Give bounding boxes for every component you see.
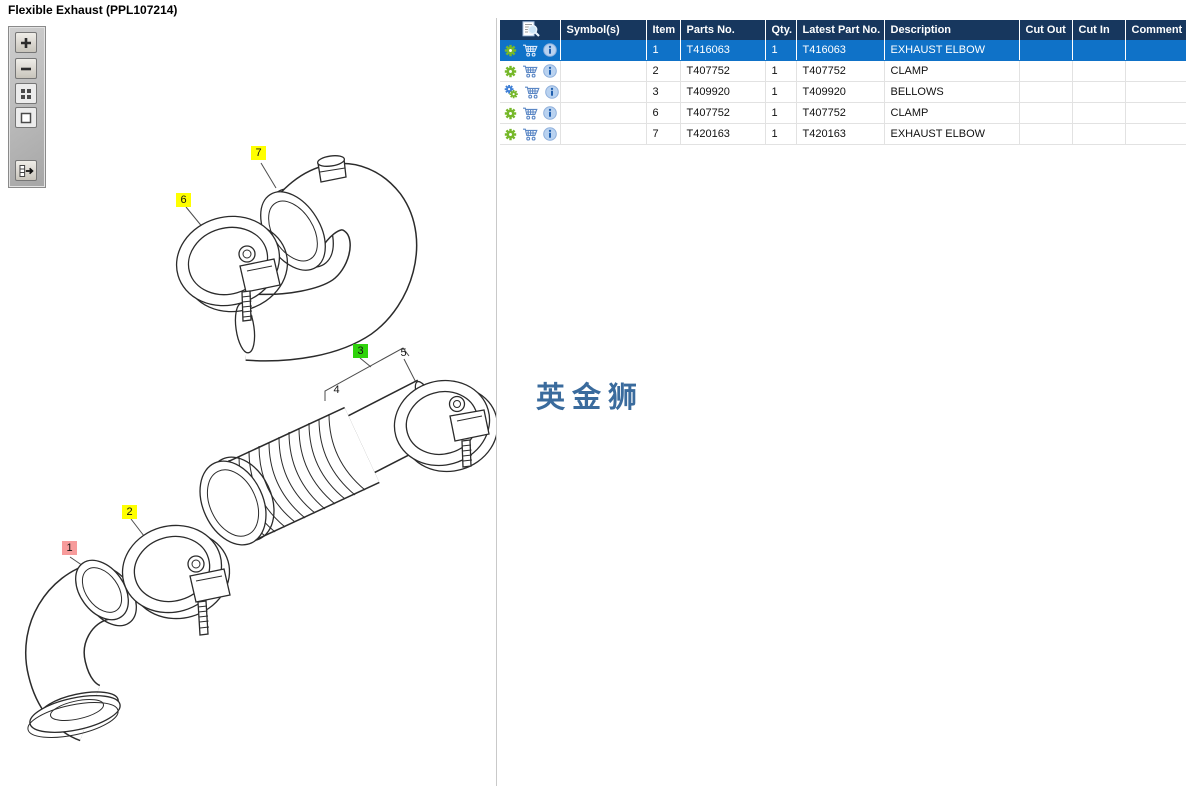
info-icon[interactable] bbox=[545, 85, 559, 99]
cell-qty: 1 bbox=[765, 60, 797, 82]
watermark: 英金狮 bbox=[536, 382, 645, 414]
info-icon[interactable] bbox=[543, 43, 557, 57]
info-icon[interactable] bbox=[543, 64, 557, 78]
gear-icon[interactable] bbox=[504, 43, 517, 57]
col-qty: Qty. bbox=[765, 20, 797, 40]
col-cut-out: Cut Out bbox=[1019, 20, 1073, 40]
callout-4[interactable]: 4 bbox=[329, 383, 344, 397]
cell-symbols bbox=[560, 123, 647, 145]
cell-latest-part-no: T409920 bbox=[796, 81, 885, 103]
table-row[interactable]: 7 T420163 1 T420163 EXHAUST ELBOW bbox=[500, 123, 1186, 145]
pane-divider bbox=[496, 18, 497, 786]
col-latest-part-no: Latest Part No. bbox=[796, 20, 885, 40]
callout-7[interactable]: 7 bbox=[251, 146, 266, 160]
document-magnifier-icon bbox=[522, 20, 540, 37]
cell-item: 7 bbox=[646, 123, 681, 145]
table-row[interactable]: 3 T409920 1 T409920 BELLOWS bbox=[500, 81, 1186, 103]
cell-description: EXHAUST ELBOW bbox=[884, 40, 1020, 61]
cell-cut-out bbox=[1019, 40, 1073, 61]
cell-latest-part-no: T407752 bbox=[796, 60, 885, 82]
col-description: Description bbox=[884, 20, 1020, 40]
cart-icon[interactable] bbox=[524, 85, 540, 99]
cell-cut-out bbox=[1019, 81, 1073, 103]
callout-2[interactable]: 2 bbox=[122, 505, 137, 519]
cell-symbols bbox=[560, 81, 647, 103]
col-parts-no: Parts No. bbox=[680, 20, 766, 40]
cell-cut-in bbox=[1072, 60, 1126, 82]
cell-latest-part-no: T407752 bbox=[796, 102, 885, 124]
cell-cut-in bbox=[1072, 102, 1126, 124]
cell-cut-out bbox=[1019, 60, 1073, 82]
cell-item: 2 bbox=[646, 60, 681, 82]
cell-parts-no: T407752 bbox=[680, 60, 766, 82]
table-row[interactable]: 1 T416063 1 T416063 EXHAUST ELBOW bbox=[500, 40, 1186, 61]
callout-3[interactable]: 3 bbox=[353, 344, 368, 358]
cell-item: 6 bbox=[646, 102, 681, 124]
cell-description: BELLOWS bbox=[884, 81, 1020, 103]
parts-catalog-window: Flexible Exhaust (PPL107214) 1 2 3 4 5 6… bbox=[0, 0, 1186, 786]
cell-latest-part-no: T420163 bbox=[796, 123, 885, 145]
cell-parts-no: T409920 bbox=[680, 81, 766, 103]
cart-icon[interactable] bbox=[522, 64, 538, 78]
cell-comment bbox=[1125, 102, 1186, 124]
cell-description: CLAMP bbox=[884, 60, 1020, 82]
cart-icon[interactable] bbox=[522, 127, 538, 141]
cart-icon[interactable] bbox=[522, 43, 538, 57]
col-cut-in: Cut In bbox=[1072, 20, 1126, 40]
table-row[interactable]: 2 T407752 1 T407752 CLAMP bbox=[500, 60, 1186, 82]
info-icon[interactable] bbox=[543, 106, 557, 120]
cell-description: EXHAUST ELBOW bbox=[884, 123, 1020, 145]
cell-comment bbox=[1125, 81, 1186, 103]
parts-table: Symbol(s) Item Parts No. Qty. Latest Par… bbox=[500, 20, 1186, 145]
cell-cut-out bbox=[1019, 123, 1073, 145]
cell-comment bbox=[1125, 60, 1186, 82]
cell-description: CLAMP bbox=[884, 102, 1020, 124]
col-item: Item bbox=[646, 20, 681, 40]
cell-cut-in bbox=[1072, 81, 1126, 103]
info-icon[interactable] bbox=[543, 127, 557, 141]
gear-icon[interactable] bbox=[504, 127, 517, 141]
cell-comment bbox=[1125, 40, 1186, 61]
cell-parts-no: T416063 bbox=[680, 40, 766, 61]
cell-item: 1 bbox=[646, 40, 681, 61]
cell-latest-part-no: T416063 bbox=[796, 40, 885, 61]
clamp-5-drawing[interactable] bbox=[384, 369, 497, 482]
cell-parts-no: T407752 bbox=[680, 102, 766, 124]
cell-parts-no: T420163 bbox=[680, 123, 766, 145]
col-symbols: Symbol(s) bbox=[560, 20, 647, 40]
cell-qty: 1 bbox=[765, 40, 797, 61]
exhaust-diagram bbox=[25, 155, 497, 742]
cell-qty: 1 bbox=[765, 81, 797, 103]
col-comment: Comment bbox=[1125, 20, 1186, 40]
cell-cut-in bbox=[1072, 40, 1126, 61]
preview-column-header bbox=[500, 20, 561, 40]
callout-5[interactable]: 5 bbox=[396, 346, 411, 360]
callout-1[interactable]: 1 bbox=[62, 541, 77, 555]
cell-cut-out bbox=[1019, 102, 1073, 124]
cell-item: 3 bbox=[646, 81, 681, 103]
gear-icon[interactable] bbox=[504, 64, 517, 78]
cell-qty: 1 bbox=[765, 123, 797, 145]
cell-comment bbox=[1125, 123, 1186, 145]
table-header-row: Symbol(s) Item Parts No. Qty. Latest Par… bbox=[500, 20, 1186, 40]
cell-symbols bbox=[560, 60, 647, 82]
cart-icon[interactable] bbox=[522, 106, 538, 120]
cell-cut-in bbox=[1072, 123, 1126, 145]
page-title: Flexible Exhaust (PPL107214) bbox=[8, 3, 178, 17]
callout-6[interactable]: 6 bbox=[176, 193, 191, 207]
cell-symbols bbox=[560, 102, 647, 124]
double-gear-icon[interactable] bbox=[504, 85, 519, 99]
cell-qty: 1 bbox=[765, 102, 797, 124]
diagram-pane[interactable]: 1 2 3 4 5 6 7 bbox=[0, 18, 497, 786]
table-row[interactable]: 6 T407752 1 T407752 CLAMP bbox=[500, 102, 1186, 124]
cell-symbols bbox=[560, 40, 647, 61]
gear-icon[interactable] bbox=[504, 106, 517, 120]
